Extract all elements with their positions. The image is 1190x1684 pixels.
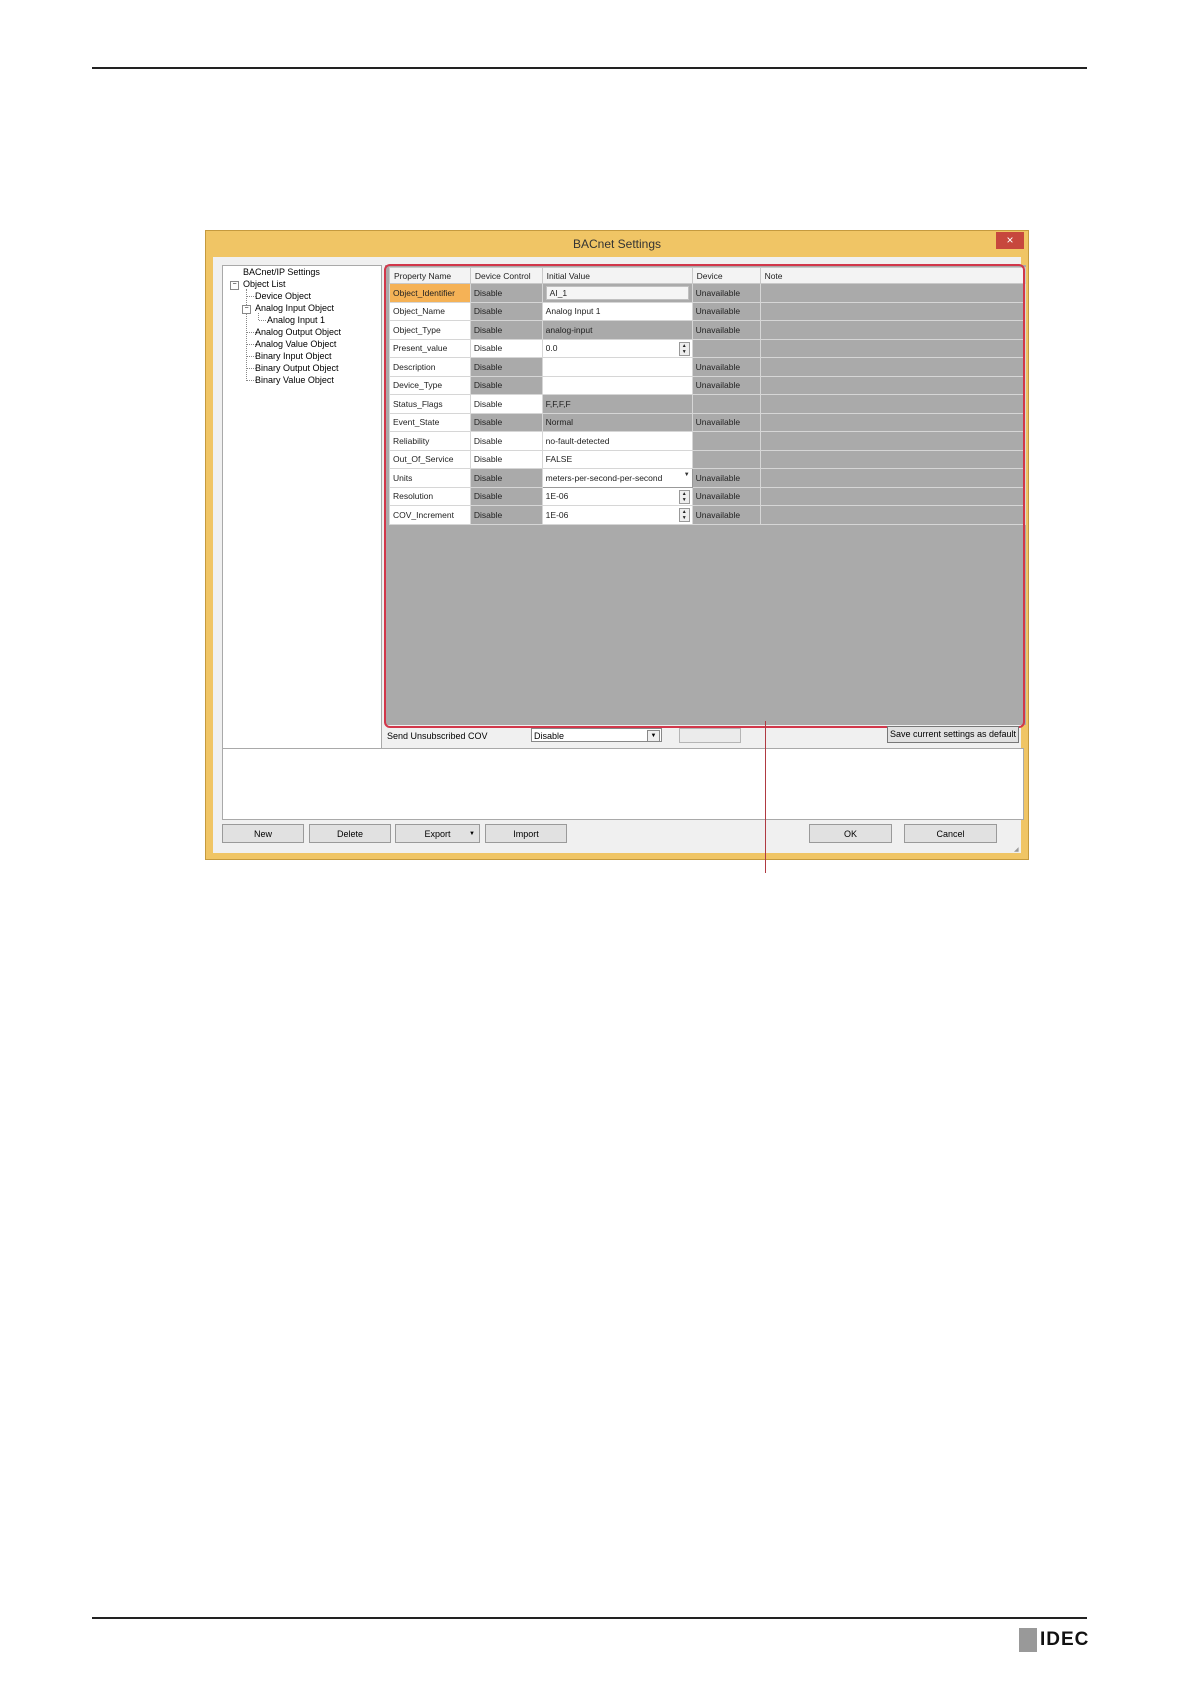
collapse-icon[interactable]: − xyxy=(230,281,239,290)
idec-logo: IDEC xyxy=(1019,1628,1089,1652)
new-button[interactable]: New xyxy=(222,824,304,843)
import-button[interactable]: Import xyxy=(485,824,567,843)
object-tree[interactable]: BACnet/IP Settings − Object List Device … xyxy=(222,265,382,753)
idec-logo-mark-icon xyxy=(1019,1628,1037,1652)
tree-item-analog-input-1[interactable]: Analog Input 1 xyxy=(267,315,325,325)
cov-disabled-field xyxy=(679,728,741,743)
delete-button[interactable]: Delete xyxy=(309,824,391,843)
close-button[interactable]: × xyxy=(996,232,1024,249)
ok-button[interactable]: OK xyxy=(809,824,892,843)
tree-item-bacnet-ip-settings[interactable]: BACnet/IP Settings xyxy=(243,267,320,277)
tree-item-binary-input-object[interactable]: Binary Input Object xyxy=(255,351,332,361)
tree-item-object-list[interactable]: Object List xyxy=(243,279,286,289)
cov-select-value: Disable xyxy=(534,731,565,741)
tree-item-analog-input-object[interactable]: Analog Input Object xyxy=(255,303,334,313)
send-unsubscribed-cov-select[interactable]: Disable ▼ xyxy=(531,728,662,742)
dialog-title: BACnet Settings xyxy=(572,237,662,251)
tree-connector xyxy=(258,313,259,320)
callout-leader-line xyxy=(765,721,766,873)
tree-item-binary-output-object[interactable]: Binary Output Object xyxy=(255,363,339,373)
chevron-down-icon: ▼ xyxy=(469,831,475,837)
tree-item-analog-output-object[interactable]: Analog Output Object xyxy=(255,327,341,337)
tree-connector xyxy=(259,320,266,321)
title-bar[interactable]: BACnet Settings × xyxy=(206,231,1028,257)
callout-highlight-frame xyxy=(384,264,1025,728)
idec-logo-text: IDEC xyxy=(1040,1629,1090,1650)
save-current-settings-as-default-button[interactable]: Save current settings as default xyxy=(887,726,1019,743)
footer-rule xyxy=(92,1617,1087,1619)
tree-item-device-object[interactable]: Device Object xyxy=(255,291,311,301)
export-button-label: Export xyxy=(424,829,451,839)
export-button[interactable]: Export ▼ xyxy=(395,824,480,843)
tree-item-analog-value-object[interactable]: Analog Value Object xyxy=(255,339,336,349)
header-rule xyxy=(92,67,1087,69)
description-area xyxy=(222,748,1024,820)
tree-item-binary-value-object[interactable]: Binary Value Object xyxy=(255,375,334,385)
bacnet-settings-dialog: BACnet Settings × BACnet/IP Settings − O… xyxy=(205,230,1029,860)
collapse-icon[interactable]: − xyxy=(242,305,251,314)
resize-grip-icon[interactable]: ◢ xyxy=(1014,846,1020,853)
dialog-client-area: BACnet/IP Settings − Object List Device … xyxy=(213,257,1027,853)
cancel-button[interactable]: Cancel xyxy=(904,824,997,843)
chevron-down-icon[interactable]: ▼ xyxy=(647,730,660,742)
send-unsubscribed-cov-label: Send Unsubscribed COV xyxy=(387,731,488,741)
